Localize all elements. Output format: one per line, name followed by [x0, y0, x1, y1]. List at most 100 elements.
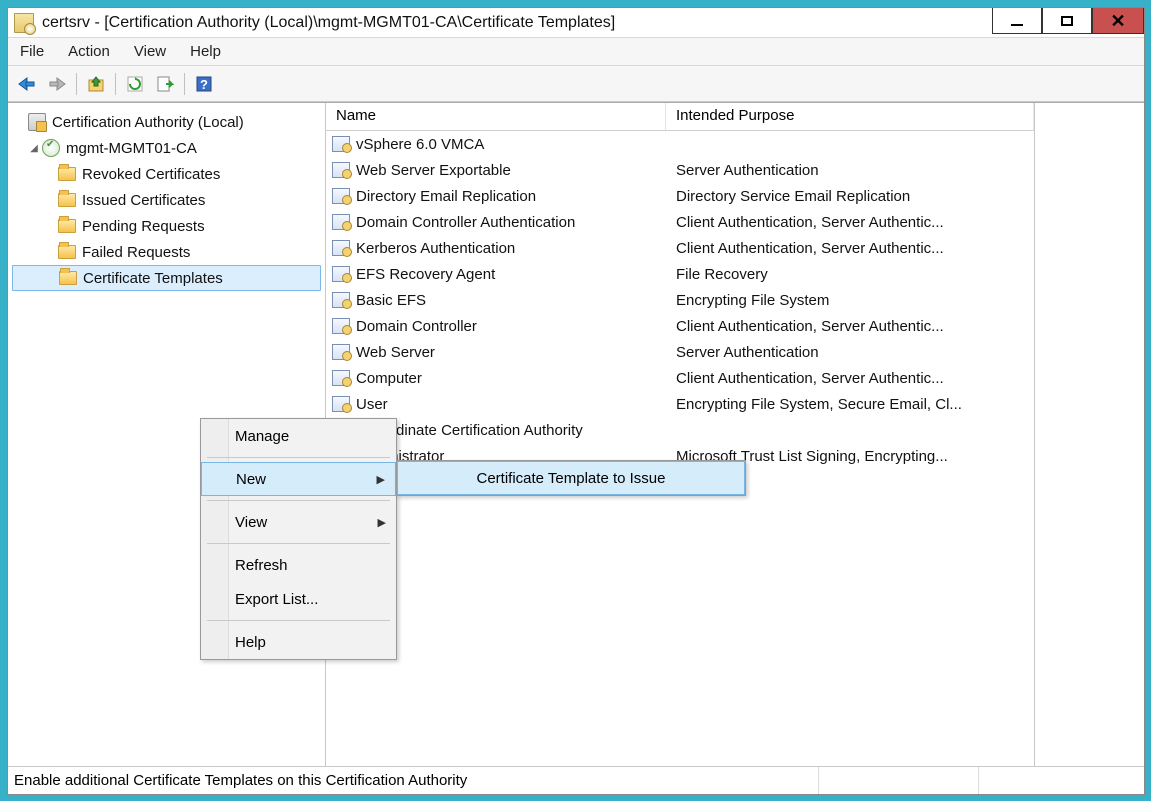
help-button[interactable]: ?: [191, 71, 217, 97]
template-name: Web Server: [356, 344, 435, 361]
template-purpose: Directory Service Email Replication: [666, 188, 1034, 205]
ctx-view[interactable]: View▶: [201, 505, 396, 539]
template-icon: [332, 188, 350, 204]
forward-button[interactable]: [44, 71, 70, 97]
chevron-right-icon: ▶: [377, 473, 385, 486]
window-title: certsrv - [Certification Authority (Loca…: [42, 14, 992, 32]
tree-node-label: Pending Requests: [82, 218, 205, 235]
list-item[interactable]: EFS Recovery Agent File Recovery: [326, 261, 1034, 287]
export-button[interactable]: [152, 71, 178, 97]
list-item[interactable]: Directory Email Replication Directory Ser…: [326, 183, 1034, 209]
app-icon: [14, 13, 34, 33]
template-name: EFS Recovery Agent: [356, 266, 495, 283]
template-name: vSphere 6.0 VMCA: [356, 136, 484, 153]
column-name[interactable]: Name: [326, 103, 666, 130]
context-menu: Manage New▶ View▶ Refresh Export List...…: [200, 418, 397, 660]
tree-node-pending-requests[interactable]: Pending Requests: [12, 213, 321, 239]
list-item[interactable]: Domain Controller Authentication Client A…: [326, 209, 1034, 235]
content-area: Certification Authority (Local) ◢ mgmt-M…: [8, 102, 1144, 766]
template-icon: [332, 136, 350, 152]
statusbar: Enable additional Certificate Templates …: [8, 766, 1144, 794]
tree-node-failed-requests[interactable]: Failed Requests: [12, 239, 321, 265]
template-icon: [332, 370, 350, 386]
toolbar-separator: [184, 73, 185, 95]
tree-node-label: Failed Requests: [82, 244, 190, 261]
list-pane: Name Intended Purpose vSphere 6.0 VMCA We…: [326, 103, 1034, 766]
template-purpose: Client Authentication, Server Authentic.…: [666, 214, 1034, 231]
actions-pane: [1034, 103, 1144, 766]
template-name: Directory Email Replication: [356, 188, 536, 205]
ctx-help[interactable]: Help: [201, 625, 396, 659]
close-button[interactable]: ✕: [1092, 8, 1144, 34]
menubar: File Action View Help: [8, 38, 1144, 66]
expander-icon[interactable]: ◢: [26, 143, 42, 154]
folder-icon: [58, 245, 76, 259]
chevron-right-icon: ▶: [378, 516, 386, 529]
template-purpose: File Recovery: [666, 266, 1034, 283]
tree-node-revoked-certificates[interactable]: Revoked Certificates: [12, 161, 321, 187]
folder-icon: [58, 167, 76, 181]
list-item[interactable]: Basic EFSEncrypting File System: [326, 287, 1034, 313]
status-text: Enable additional Certificate Templates …: [14, 772, 818, 789]
tree-node-certificate-templates[interactable]: Certificate Templates: [12, 265, 321, 291]
template-icon: [332, 162, 350, 178]
svg-text:?: ?: [200, 77, 208, 92]
minimize-button[interactable]: [992, 8, 1042, 34]
status-cell: [978, 767, 1138, 794]
tree-root-label: Certification Authority (Local): [52, 114, 244, 131]
ca-icon: [42, 139, 60, 157]
template-name: Computer: [356, 370, 422, 387]
tree-ca-label: mgmt-MGMT01-CA: [66, 140, 197, 157]
ctx-new-template[interactable]: Certificate Template to Issue: [397, 461, 745, 495]
list-item[interactable]: Computer Client Authentication, Server Au…: [326, 365, 1034, 391]
list-item[interactable]: vSphere 6.0 VMCA: [326, 131, 1034, 157]
titlebar: certsrv - [Certification Authority (Loca…: [8, 8, 1144, 38]
template-icon: [332, 318, 350, 334]
template-purpose: Server Authentication: [666, 344, 1034, 361]
template-purpose: Server Authentication: [666, 162, 1034, 179]
template-icon: [332, 344, 350, 360]
folder-icon: [59, 271, 77, 285]
template-icon: [332, 240, 350, 256]
template-name: Web Server Exportable: [356, 162, 511, 179]
folder-icon: [58, 193, 76, 207]
menu-file[interactable]: File: [14, 41, 50, 62]
template-icon: [332, 396, 350, 412]
toolbar-separator: [115, 73, 116, 95]
ctx-new[interactable]: New▶: [201, 462, 396, 496]
refresh-button[interactable]: [122, 71, 148, 97]
template-name: Domain Controller: [356, 318, 477, 335]
list-item[interactable]: Subordinate Certification Authority: [326, 417, 1034, 443]
template-name: Domain Controller Authentication: [356, 214, 575, 231]
ctx-export[interactable]: Export List...: [201, 582, 396, 616]
template-purpose: Encrypting File System: [666, 292, 1034, 309]
template-purpose: Client Authentication, Server Authentic.…: [666, 370, 1034, 387]
list-item[interactable]: Web Server Server Authentication: [326, 339, 1034, 365]
tree-ca[interactable]: ◢ mgmt-MGMT01-CA: [12, 135, 321, 161]
up-button[interactable]: [83, 71, 109, 97]
menu-action[interactable]: Action: [62, 41, 116, 62]
tree-root[interactable]: Certification Authority (Local): [12, 109, 321, 135]
ca-root-icon: [28, 113, 46, 131]
column-purpose[interactable]: Intended Purpose: [666, 103, 1034, 130]
template-name: Kerberos Authentication: [356, 240, 515, 257]
list-item[interactable]: Kerberos Authentication Client Authentica…: [326, 235, 1034, 261]
ctx-manage[interactable]: Manage: [201, 419, 396, 453]
list-item[interactable]: Domain Controller Client Authentication, …: [326, 313, 1034, 339]
list-item[interactable]: Web Server Exportable Server Authenticati…: [326, 157, 1034, 183]
list-item[interactable]: UserEncrypting File System, Secure Email…: [326, 391, 1034, 417]
app-window: certsrv - [Certification Authority (Loca…: [7, 7, 1145, 795]
menu-help[interactable]: Help: [184, 41, 227, 62]
menu-view[interactable]: View: [128, 41, 172, 62]
template-purpose: Encrypting File System, Secure Email, Cl…: [666, 396, 1034, 413]
back-button[interactable]: [14, 71, 40, 97]
template-purpose: Client Authentication, Server Authentic.…: [666, 318, 1034, 335]
template-purpose: Client Authentication, Server Authentic.…: [666, 240, 1034, 257]
tree-node-label: Revoked Certificates: [82, 166, 220, 183]
template-icon: [332, 266, 350, 282]
status-cell: [818, 767, 978, 794]
ctx-refresh[interactable]: Refresh: [201, 548, 396, 582]
context-submenu-new: Certificate Template to Issue: [396, 460, 746, 496]
maximize-button[interactable]: [1042, 8, 1092, 34]
tree-node-issued-certificates[interactable]: Issued Certificates: [12, 187, 321, 213]
